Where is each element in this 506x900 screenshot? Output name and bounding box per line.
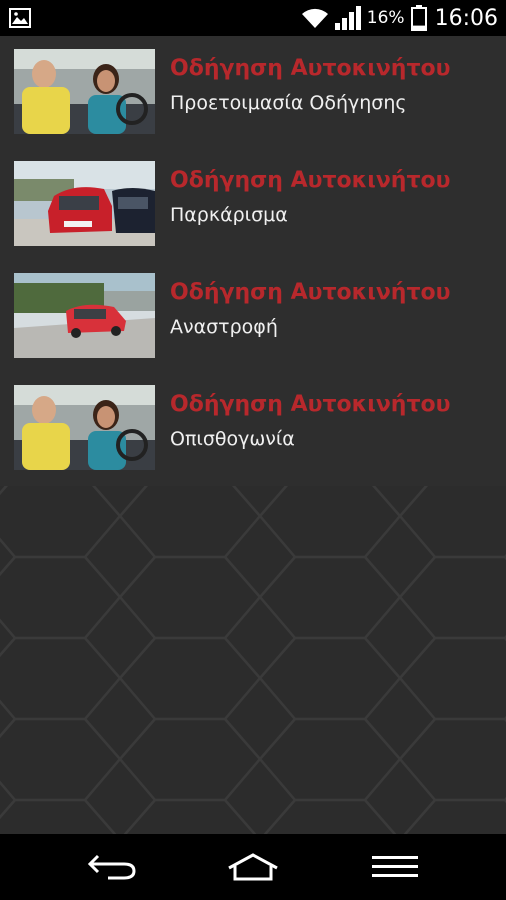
video-thumbnail bbox=[14, 49, 155, 134]
list-item[interactable]: Οδήγηση Αυτοκινήτου Αναστροφή bbox=[0, 260, 506, 372]
app-screen: 16% 16:06 Οδήγηση Αυτοκινήτου Προετοιμασ… bbox=[0, 0, 506, 900]
back-button[interactable] bbox=[62, 834, 162, 900]
thumbnail-instructor-and-driver bbox=[14, 385, 155, 470]
item-subtitle: Αναστροφή bbox=[170, 316, 278, 338]
menu-icon bbox=[372, 856, 418, 877]
home-icon bbox=[228, 853, 278, 881]
item-subtitle: Προετοιμασία Οδήγησης bbox=[170, 92, 407, 114]
list-item[interactable]: Οδήγηση Αυτοκινήτου Παρκάρισμα bbox=[0, 148, 506, 260]
video-thumbnail bbox=[14, 385, 155, 470]
thumbnail-red-car-on-road bbox=[14, 273, 155, 358]
list-item[interactable]: Οδήγηση Αυτοκινήτου Οπισθογωνία bbox=[0, 372, 506, 484]
list-item[interactable]: Οδήγηση Αυτοκινήτου Προετοιμασία Οδήγηση… bbox=[0, 36, 506, 148]
menu-button[interactable] bbox=[345, 834, 445, 900]
wifi-icon bbox=[301, 8, 328, 28]
thumbnail-instructor-and-driver bbox=[14, 49, 155, 134]
battery-percent: 16% bbox=[366, 8, 405, 28]
item-title: Οδήγηση Αυτοκινήτου bbox=[170, 56, 451, 81]
back-icon bbox=[87, 854, 136, 880]
item-title: Οδήγηση Αυτοκινήτου bbox=[170, 168, 451, 193]
status-right-group: 16% 16:06 bbox=[301, 0, 498, 36]
video-thumbnail bbox=[14, 161, 155, 246]
item-subtitle: Παρκάρισμα bbox=[170, 204, 288, 226]
item-title: Οδήγηση Αυτοκινήτου bbox=[170, 280, 451, 305]
signal-icon bbox=[334, 6, 361, 30]
item-title: Οδήγηση Αυτοκινήτου bbox=[170, 392, 451, 417]
status-bar: 16% 16:06 bbox=[0, 0, 506, 36]
battery-icon bbox=[410, 5, 427, 31]
clock: 16:06 bbox=[434, 5, 498, 31]
gallery-icon bbox=[9, 8, 31, 28]
item-subtitle: Οπισθογωνία bbox=[170, 428, 295, 450]
thumbnail-parked-red-car bbox=[14, 161, 155, 246]
home-button[interactable] bbox=[203, 834, 303, 900]
video-list: Οδήγηση Αυτοκινήτου Προετοιμασία Οδήγηση… bbox=[0, 36, 506, 486]
video-thumbnail bbox=[14, 273, 155, 358]
navigation-bar bbox=[0, 834, 506, 900]
